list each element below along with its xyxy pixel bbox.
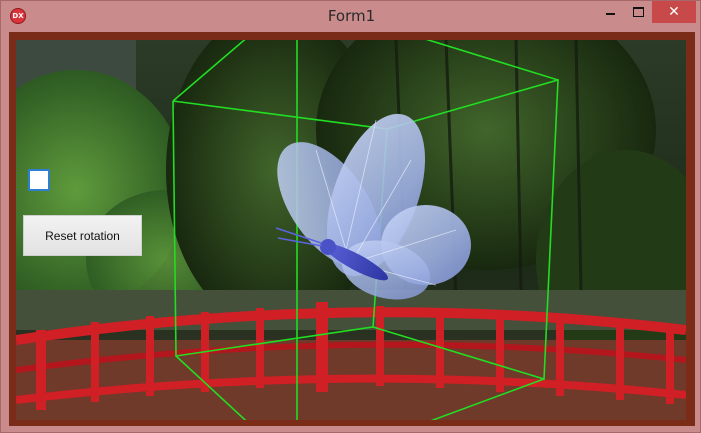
maximize-icon	[632, 7, 644, 17]
minimize-button[interactable]	[597, 1, 623, 23]
window-title: Form1	[327, 7, 376, 25]
close-icon: ✕	[668, 4, 680, 20]
enable-checkbox[interactable]	[28, 169, 50, 191]
reset-rotation-button[interactable]: Reset rotation	[23, 215, 142, 256]
application-window: DX Form1 ✕ Reset rotation	[0, 0, 701, 433]
maximize-button[interactable]	[625, 1, 651, 23]
title-bar[interactable]: DX Form1 ✕	[1, 1, 701, 31]
minimize-icon	[605, 13, 615, 15]
3d-viewport[interactable]: Reset rotation	[16, 40, 686, 420]
close-button[interactable]: ✕	[652, 1, 696, 23]
client-area: Reset rotation	[9, 32, 695, 426]
